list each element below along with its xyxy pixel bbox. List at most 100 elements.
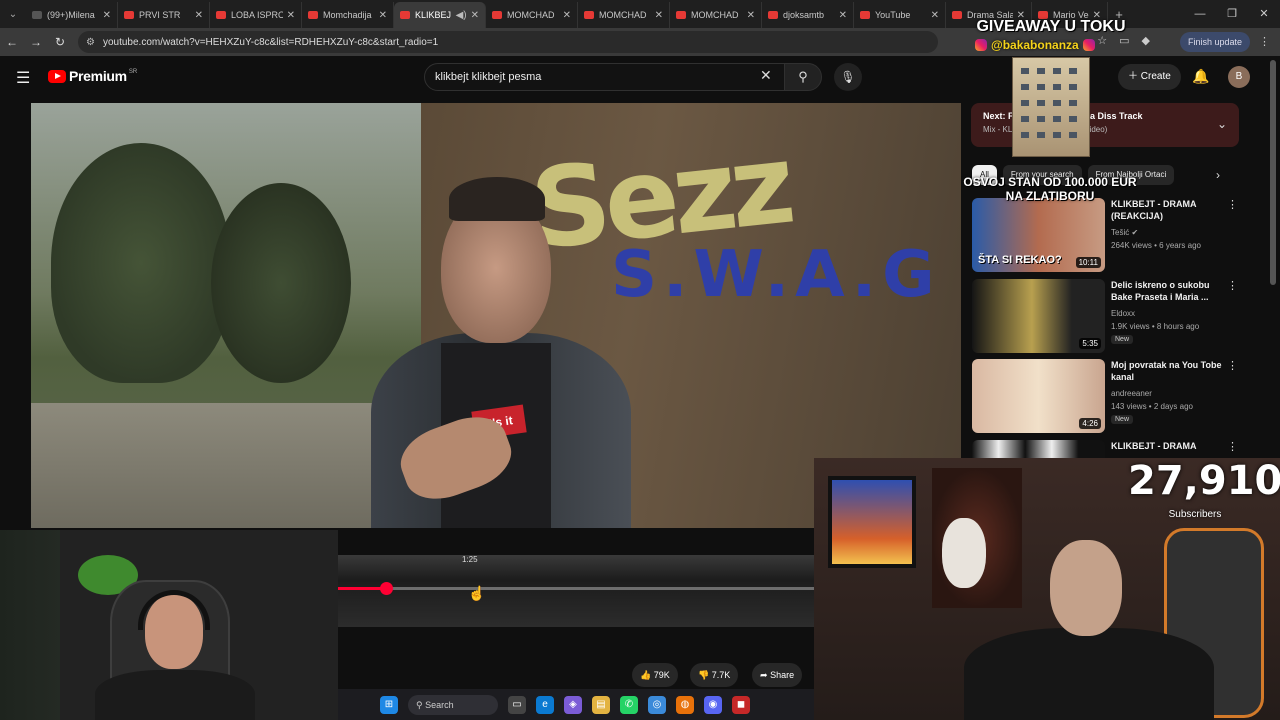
close-icon[interactable]: ✕ bbox=[471, 10, 479, 21]
search-icon: ⚲ bbox=[798, 69, 808, 84]
subscriber-label: Subscribers bbox=[1168, 509, 1222, 520]
share-button[interactable]: ➦ Share bbox=[752, 663, 803, 687]
firefox-icon[interactable]: ◍ bbox=[676, 695, 694, 714]
whatsapp-icon[interactable]: ✆ bbox=[620, 695, 638, 714]
streamer-face bbox=[1050, 540, 1122, 636]
video-tree bbox=[51, 143, 231, 383]
video-thumbnail[interactable]: 5:35 bbox=[972, 279, 1105, 353]
notifications-icon[interactable]: 🔔 bbox=[1192, 68, 1209, 85]
browser-tab[interactable]: Momchadija ✕ bbox=[302, 2, 394, 28]
more-options-icon[interactable]: ⋮ bbox=[1227, 359, 1238, 372]
reload-icon[interactable]: ↻ bbox=[48, 35, 72, 49]
back-icon[interactable]: ← bbox=[0, 35, 24, 49]
clear-search-icon[interactable]: ✕ bbox=[760, 67, 772, 84]
chrome-icon[interactable]: ◎ bbox=[648, 695, 666, 714]
page-scrollbar[interactable] bbox=[1270, 60, 1276, 285]
tab-search-icon[interactable]: ⌄ bbox=[0, 3, 26, 25]
channel-name[interactable]: andreeaner bbox=[1111, 389, 1152, 398]
apartment-building-image bbox=[1012, 57, 1090, 157]
suggestion-item[interactable]: 4:26 Moj povratak na You Tobe kanal andr… bbox=[972, 359, 1244, 433]
window-controls: — ❐ ✕ bbox=[1184, 0, 1280, 28]
close-icon[interactable]: ✕ bbox=[103, 10, 111, 21]
browser-tab-active[interactable]: KLIKBEJ ◀) ✕ bbox=[394, 2, 486, 28]
browser-tab[interactable]: PRVI STR ✕ bbox=[118, 2, 210, 28]
youtube-play-icon bbox=[48, 69, 66, 83]
suggestion-item[interactable]: ŠTA SI REKAO? 10:11 KLIKBEJT - DRAMA (RE… bbox=[972, 198, 1244, 272]
video-thumbnail[interactable]: ŠTA SI REKAO? 10:11 bbox=[972, 198, 1105, 272]
maximize-icon[interactable]: ❐ bbox=[1216, 0, 1248, 28]
thumbs-up-icon: 👍 bbox=[640, 670, 652, 680]
fireplace-tv bbox=[828, 476, 916, 568]
chevron-down-icon[interactable]: ⌄ bbox=[1217, 117, 1227, 131]
close-icon[interactable]: ✕ bbox=[195, 10, 203, 21]
menu-icon[interactable]: ☰ bbox=[16, 68, 30, 88]
minimize-icon[interactable]: — bbox=[1184, 0, 1216, 28]
close-icon[interactable]: ✕ bbox=[931, 10, 939, 21]
copilot-icon[interactable]: ◈ bbox=[564, 695, 582, 714]
more-options-icon[interactable]: ⋮ bbox=[1227, 440, 1238, 453]
browser-tab[interactable]: LOBA ISPRO ✕ bbox=[210, 2, 302, 28]
speaker-icon[interactable]: ◀) bbox=[456, 10, 467, 21]
browser-tab[interactable]: (99+)Milena ✕ bbox=[26, 2, 118, 28]
browser-tab[interactable]: YouTube ✕ bbox=[854, 2, 946, 28]
close-icon[interactable]: ✕ bbox=[839, 10, 847, 21]
browser-tab[interactable]: MOMCHAD ✕ bbox=[578, 2, 670, 28]
suggestion-title[interactable]: Delic iskreno o sukobu Bake Praseta i Ma… bbox=[1111, 279, 1227, 303]
suggestion-item[interactable]: KLIKBEJT - DRAMA ⋮ bbox=[972, 440, 1244, 460]
more-options-icon[interactable]: ⋮ bbox=[1227, 198, 1238, 211]
like-button[interactable]: 👍 79K bbox=[632, 663, 678, 687]
create-button[interactable]: ＋ Create bbox=[1118, 64, 1181, 90]
avatar[interactable]: B bbox=[1228, 66, 1250, 88]
close-icon[interactable]: ✕ bbox=[563, 10, 571, 21]
progress-bar[interactable] bbox=[338, 587, 814, 590]
youtube-favicon-icon bbox=[860, 11, 870, 19]
more-options-icon[interactable]: ⋮ bbox=[1227, 279, 1238, 292]
chevron-right-icon[interactable]: › bbox=[1216, 168, 1220, 182]
youtube-favicon-icon bbox=[216, 11, 226, 19]
close-icon[interactable]: ✕ bbox=[747, 10, 755, 21]
site-info-icon[interactable]: ⚙ bbox=[86, 37, 95, 48]
url-field[interactable]: ⚙ youtube.com/watch?v=HEHXZuY-c8c&list=RD… bbox=[78, 31, 938, 53]
search-button[interactable]: ⚲ bbox=[784, 63, 822, 91]
close-window-icon[interactable]: ✕ bbox=[1248, 0, 1280, 28]
finish-update-button[interactable]: Finish update bbox=[1179, 32, 1250, 52]
close-icon[interactable]: ✕ bbox=[655, 10, 663, 21]
suggestion-title[interactable]: KLIKBEJT - DRAMA bbox=[1111, 440, 1227, 452]
seek-time-tooltip: 1:25 bbox=[462, 555, 478, 564]
suggestion-item[interactable]: 5:35 Delic iskreno o sukobu Bake Praseta… bbox=[972, 279, 1244, 353]
edge-icon[interactable]: e bbox=[536, 695, 554, 714]
browser-menu-icon[interactable]: ⋮ bbox=[1259, 35, 1270, 48]
taskbar-search[interactable]: ⚲ Search bbox=[408, 694, 498, 715]
webcam-left bbox=[0, 530, 338, 720]
search-input[interactable]: klikbejt klikbejt pesma bbox=[424, 63, 786, 91]
youtube-favicon-icon bbox=[400, 11, 410, 19]
voice-search-button[interactable]: 🎙 bbox=[834, 63, 862, 91]
channel-name[interactable]: Eldoxx bbox=[1111, 309, 1135, 318]
video-thumbnail[interactable] bbox=[972, 440, 1105, 460]
task-view-icon[interactable]: ▭ bbox=[508, 695, 526, 714]
verified-icon: ✔ bbox=[1131, 228, 1139, 237]
youtube-favicon-icon bbox=[492, 11, 502, 19]
youtube-logo[interactable]: Premium SR bbox=[48, 68, 137, 84]
tab-favicon-icon bbox=[32, 11, 42, 19]
microphone-icon: 🎙 bbox=[840, 70, 856, 84]
snowman-decoration bbox=[942, 518, 986, 588]
close-icon[interactable]: ✕ bbox=[379, 10, 387, 21]
channel-name[interactable]: Tešić ✔ bbox=[1111, 228, 1138, 237]
file-explorer-icon[interactable]: ▤ bbox=[592, 695, 610, 714]
dislike-button[interactable]: 👎 7.7K bbox=[690, 663, 739, 687]
video-thumbnail[interactable]: 4:26 bbox=[972, 359, 1105, 433]
forward-icon[interactable]: → bbox=[24, 35, 48, 49]
app-icon[interactable]: ◼ bbox=[732, 695, 750, 714]
windows-start-icon[interactable]: ⊞ bbox=[380, 695, 398, 714]
browser-tab[interactable]: djoksamtb ✕ bbox=[762, 2, 854, 28]
progress-handle[interactable] bbox=[379, 582, 393, 595]
browser-tab[interactable]: MOMCHAD ✕ bbox=[670, 2, 762, 28]
new-badge: New bbox=[1111, 335, 1134, 344]
close-icon[interactable]: ✕ bbox=[287, 10, 295, 21]
giveaway-banner: GIVEAWAY U TOKU bbox=[976, 18, 1126, 35]
browser-tab[interactable]: MOMCHAD ✕ bbox=[486, 2, 578, 28]
suggestion-title[interactable]: Moj povratak na You Tobe kanal bbox=[1111, 359, 1227, 383]
screen: ⌄ (99+)Milena ✕ PRVI STR ✕ LOBA ISPRO ✕ Mom… bbox=[0, 0, 1280, 720]
discord-icon[interactable]: ◉ bbox=[704, 695, 722, 714]
